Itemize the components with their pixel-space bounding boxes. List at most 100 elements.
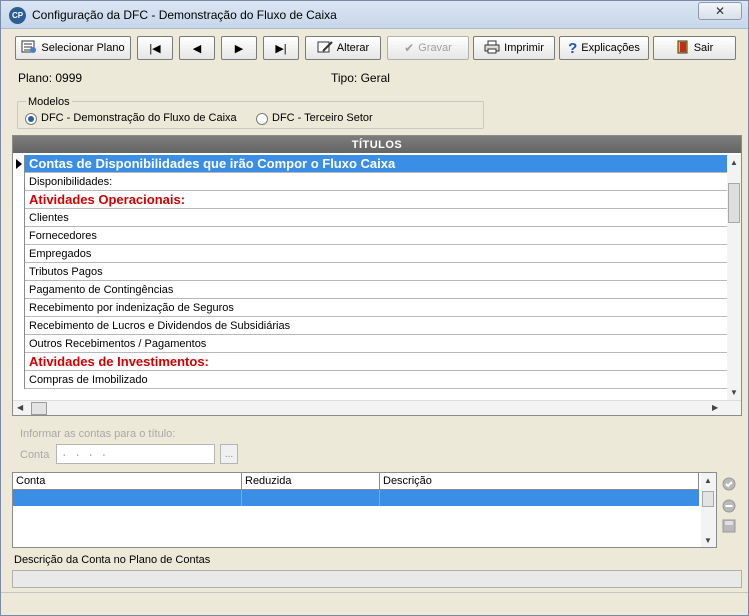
scroll-right-icon[interactable]: ▶ (712, 403, 718, 412)
row-indicator[interactable] (13, 262, 25, 281)
select-plan-label: Selecionar Plano (41, 42, 125, 54)
list-item[interactable]: Pagamento de Contingências (13, 280, 727, 299)
first-record-button[interactable]: |◀ (137, 36, 173, 60)
list-item[interactable]: Contas de Disponibilidades que irão Comp… (13, 155, 727, 173)
exit-label: Sair (693, 42, 714, 54)
list-item-label: Outros Recebimentos / Pagamentos (29, 337, 207, 350)
app-logo-icon: CP (9, 7, 26, 24)
plan-type: Tipo: Geral (331, 71, 390, 85)
list-item-label: Empregados (29, 247, 92, 260)
scroll-left-icon[interactable]: ◀ (17, 403, 23, 412)
list-item[interactable]: Recebimento de Lucros e Dividendos de Su… (13, 316, 727, 335)
row-indicator[interactable] (13, 298, 25, 317)
confirm-icon[interactable] (722, 477, 736, 491)
scroll-down-icon[interactable]: ▼ (730, 388, 738, 397)
account-description-field (12, 570, 742, 588)
print-label: Imprimir (504, 42, 544, 54)
row-indicator[interactable] (13, 190, 25, 209)
list-item-label: Compras de Imobilizado (29, 373, 148, 386)
edit-button[interactable]: Alterar (305, 36, 381, 60)
models-group-label: Modelos (26, 96, 72, 108)
row-indicator[interactable] (13, 316, 25, 335)
accounts-info-label: Informar as contas para o título: (20, 428, 176, 440)
printer-icon (484, 40, 500, 57)
account-description-label: Descrição da Conta no Plano de Contas (14, 554, 211, 566)
column-header-reduzida[interactable]: Reduzida (242, 473, 380, 490)
list-item[interactable]: Atividades Operacionais: (13, 190, 727, 209)
list-item-label: Recebimento por indenização de Seguros (29, 301, 234, 314)
radio-dfc[interactable] (25, 113, 37, 125)
row-indicator[interactable] (13, 352, 25, 371)
last-record-button[interactable]: ▶| (263, 36, 299, 60)
row-indicator[interactable] (13, 334, 25, 353)
scroll-down-icon[interactable]: ▼ (704, 536, 712, 545)
question-mark-icon: ? (568, 39, 578, 57)
row-indicator[interactable] (13, 280, 25, 299)
close-button[interactable]: ✕ (698, 2, 742, 20)
conta-label: Conta (20, 449, 50, 461)
list-item[interactable]: Empregados (13, 244, 727, 263)
list-item[interactable]: Clientes (13, 208, 727, 227)
select-plan-button[interactable]: Selecionar Plano (15, 36, 131, 60)
window-title: Configuração da DFC - Demonstração do Fl… (32, 8, 337, 22)
radio-dfc-third-sector[interactable] (256, 113, 268, 125)
radio-dfc-label: DFC - Demonstração do Fluxo de Caixa (41, 112, 237, 124)
remove-icon[interactable] (722, 499, 736, 513)
titles-grid-hscroll-thumb[interactable] (31, 402, 47, 415)
checkmark-icon: ✔ (404, 41, 415, 55)
last-record-icon: ▶| (275, 42, 287, 55)
list-item[interactable]: Compras de Imobilizado (13, 370, 727, 389)
row-indicator[interactable] (13, 226, 25, 245)
scroll-up-icon[interactable]: ▲ (730, 158, 738, 167)
main-window: CP Configuração da DFC - Demonstração do… (0, 0, 749, 616)
list-item[interactable]: Tributos Pagos (13, 262, 727, 281)
accounts-table-vscrollbar[interactable]: ▲ ▼ (701, 473, 716, 547)
column-header-descricao[interactable]: Descrição (380, 473, 699, 490)
row-indicator[interactable] (13, 172, 25, 191)
accounts-table-vscroll-thumb[interactable] (702, 491, 714, 507)
conta-input[interactable]: . . . . (56, 444, 215, 464)
plan-number: Plano: 0999 (18, 71, 83, 85)
list-item-label: Clientes (29, 211, 69, 224)
scroll-up-icon[interactable]: ▲ (704, 476, 712, 485)
row-indicator[interactable] (13, 244, 25, 263)
row-indicator[interactable] (13, 208, 25, 227)
save-button[interactable]: ✔ Gravar (387, 36, 469, 60)
help-button[interactable]: ? Explicações (559, 36, 649, 60)
row-indicator-arrow-icon[interactable] (13, 155, 25, 173)
row-indicator[interactable] (13, 370, 25, 389)
list-item[interactable]: Disponibilidades: (13, 172, 727, 191)
status-bar (1, 592, 748, 615)
list-item-label: Recebimento de Lucros e Dividendos de Su… (29, 319, 291, 332)
disk-icon[interactable] (722, 519, 736, 533)
table-cell (242, 490, 380, 506)
prev-record-button[interactable]: ◀ (179, 36, 215, 60)
list-item[interactable]: Outros Recebimentos / Pagamentos (13, 334, 727, 353)
list-item-label: Atividades de Investimentos: (29, 354, 209, 369)
list-item-label: Tributos Pagos (29, 265, 103, 278)
list-item[interactable]: Fornecedores (13, 226, 727, 245)
list-item-label: Disponibilidades: (29, 175, 113, 188)
list-item[interactable]: Atividades de Investimentos: (13, 352, 727, 371)
toolbar: Selecionar Plano |◀ ◀ ▶ ▶| Alterar ✔ Gra… (15, 36, 737, 60)
titles-grid-vscrollbar[interactable]: ▲ ▼ (727, 155, 741, 400)
edit-label: Alterar (336, 42, 370, 54)
save-label: Gravar (418, 42, 452, 54)
table-cell (13, 490, 242, 506)
help-label: Explicações (581, 42, 640, 54)
titles-grid-rows: Contas de Disponibilidades que irão Comp… (13, 155, 727, 405)
table-row[interactable] (13, 490, 699, 506)
column-header-conta[interactable]: Conta (13, 473, 242, 490)
exit-button[interactable]: Sair (653, 36, 736, 60)
list-item[interactable]: Recebimento por indenização de Seguros (13, 298, 727, 317)
radio-dfc-third-sector-label: DFC - Terceiro Setor (272, 112, 373, 124)
list-item-label: Contas de Disponibilidades que irão Comp… (29, 156, 396, 171)
exit-door-icon (676, 40, 690, 57)
conta-lookup-button[interactable]: ... (220, 444, 238, 464)
next-record-button[interactable]: ▶ (221, 36, 257, 60)
titles-grid-vscroll-thumb[interactable] (728, 183, 740, 223)
accounts-table: Conta Reduzida Descrição ▲ ▼ (12, 472, 717, 548)
titles-grid-hscrollbar[interactable]: ◀ ▶ (13, 400, 741, 415)
prev-record-icon: ◀ (192, 42, 202, 55)
print-button[interactable]: Imprimir (473, 36, 555, 60)
